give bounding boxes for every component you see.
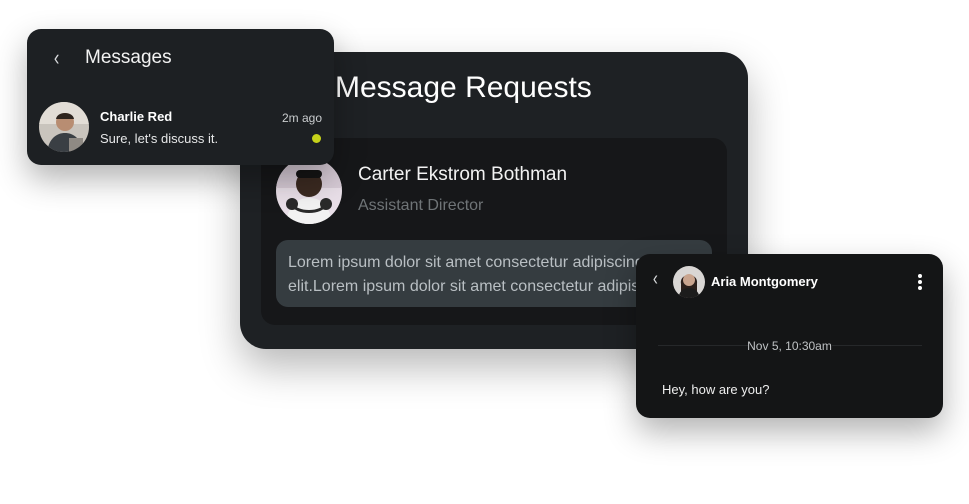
- divider: [832, 345, 922, 346]
- avatar: [39, 102, 89, 152]
- requester-name: Carter Ekstrom Bothman: [358, 164, 568, 185]
- avatar: [673, 266, 705, 298]
- messages-title: Messages: [85, 47, 172, 68]
- chat-card: ‹ Aria Montgomery Nov 5, 10:30am Hey, ho…: [636, 254, 943, 418]
- conversation-name: Charlie Red: [100, 109, 173, 124]
- chat-message: Hey, how are you?: [662, 382, 770, 397]
- conversation-preview: Sure, let's discuss it.: [100, 131, 219, 146]
- chevron-left-icon[interactable]: ‹: [653, 268, 658, 291]
- more-vertical-icon[interactable]: [917, 274, 923, 290]
- requester-role: Assistant Director: [358, 197, 484, 214]
- chat-date-separator: Nov 5, 10:30am: [747, 339, 832, 353]
- chat-contact-name: Aria Montgomery: [711, 274, 818, 289]
- message-requests-title: Message Requests: [335, 71, 592, 104]
- avatar: [276, 158, 342, 224]
- unread-indicator: [312, 134, 321, 143]
- conversation-timestamp: 2m ago: [281, 111, 322, 125]
- messages-card: ‹ Messages Charlie Red Sure, let's discu…: [27, 29, 334, 165]
- chevron-left-icon[interactable]: ‹: [54, 45, 59, 71]
